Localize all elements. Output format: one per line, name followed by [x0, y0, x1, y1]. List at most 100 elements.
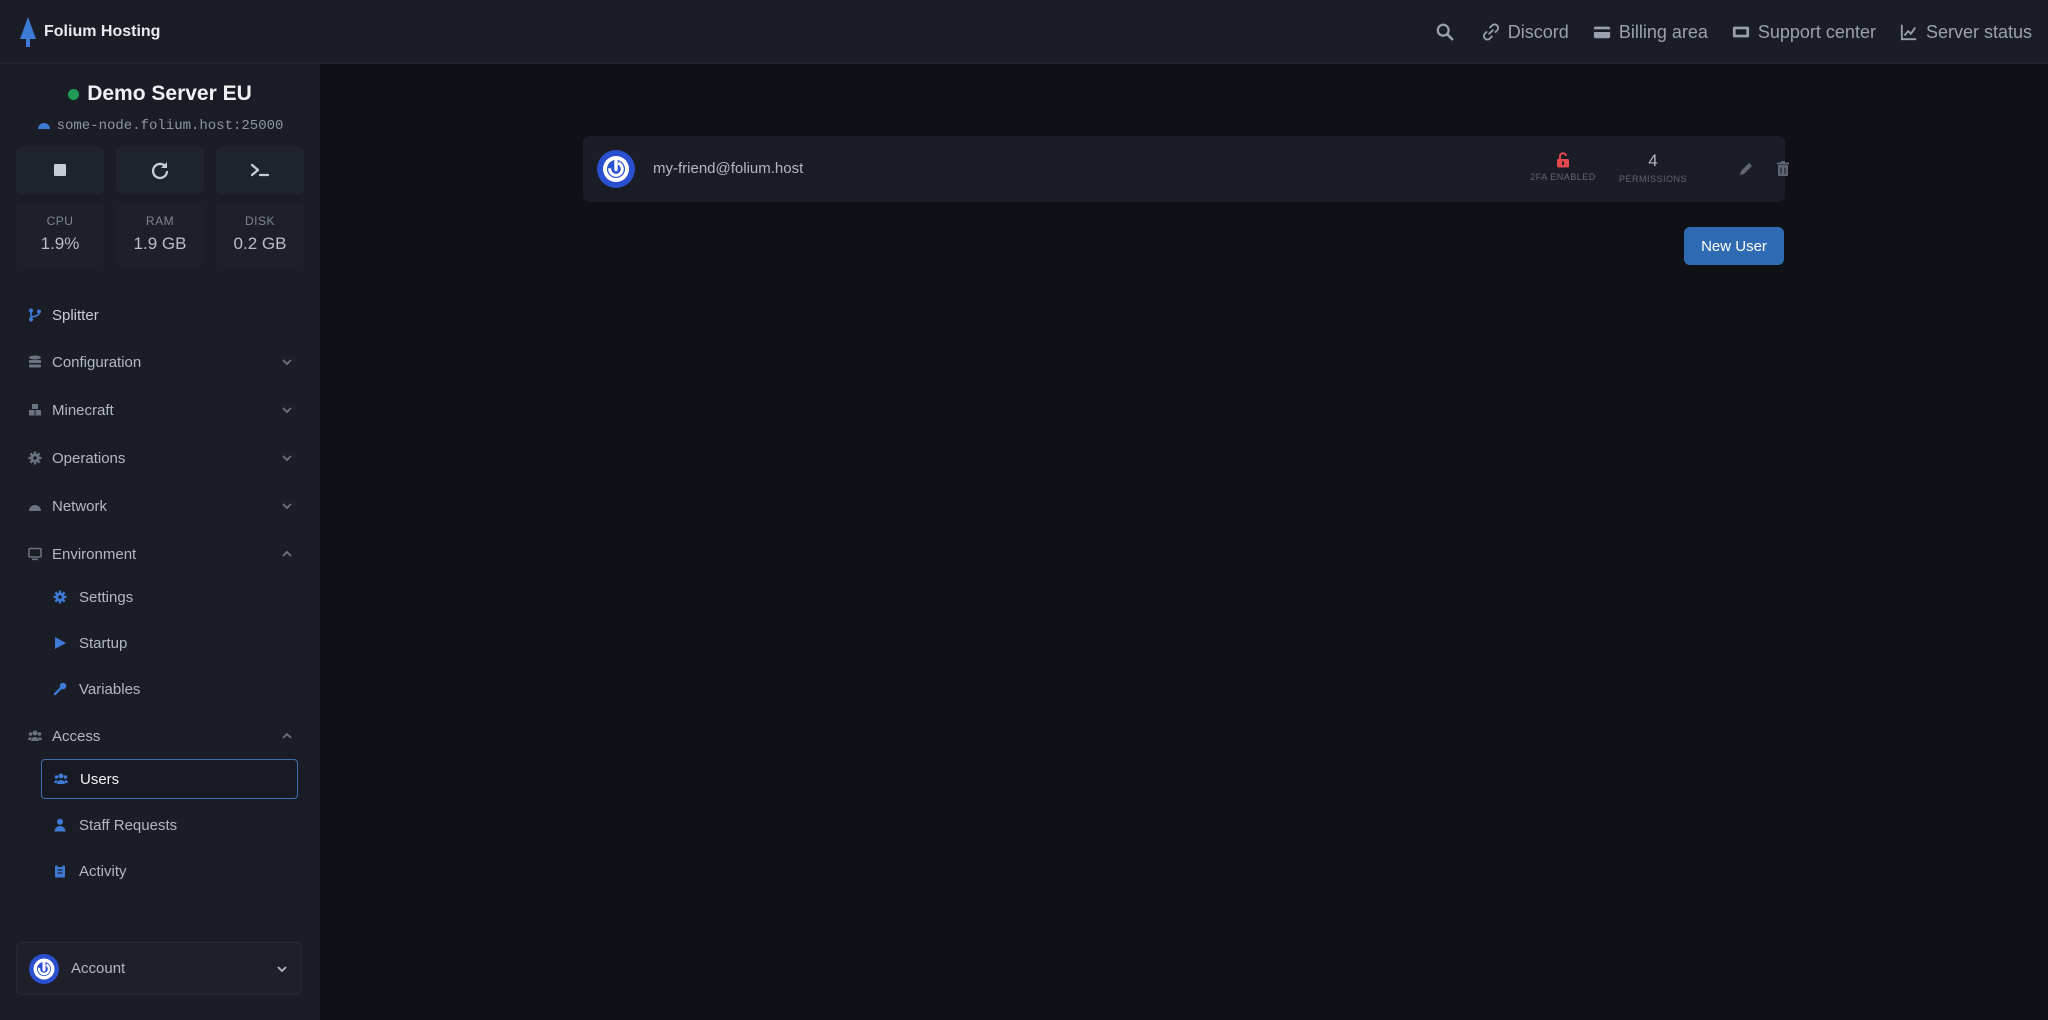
- sidebar-section-minecraft[interactable]: Minecraft: [16, 390, 304, 430]
- gear-icon: [28, 451, 42, 465]
- discord-link[interactable]: Discord: [1482, 22, 1569, 43]
- ram-value: 1.9 GB: [133, 234, 187, 253]
- sidebar-section-label: Operations: [52, 449, 126, 467]
- chevron-down-icon: [282, 455, 292, 462]
- chevron-down-icon: [282, 407, 292, 414]
- brand-name: Folium Hosting: [44, 23, 161, 40]
- terminal-icon: [250, 163, 270, 177]
- top-nav: Discord Billing area Support center Serv…: [1436, 0, 2032, 64]
- chevron-up-icon: [282, 732, 292, 739]
- support-center-label: Support center: [1757, 21, 1876, 42]
- brand-logo[interactable]: Folium Hosting: [18, 16, 160, 48]
- twofa-label: 2FA ENABLED: [1530, 172, 1596, 182]
- server-address: some-node.folium.host:25000: [0, 118, 320, 134]
- sidebar-section-environment[interactable]: Environment: [16, 534, 304, 574]
- user-tie-icon: [54, 818, 66, 832]
- sidebar-item-label: Users: [80, 770, 120, 788]
- unlock-icon: [1557, 152, 1569, 168]
- new-user-button[interactable]: New User: [1684, 227, 1784, 265]
- pencil-icon[interactable]: [1737, 160, 1755, 178]
- chevron-down-icon: [282, 359, 292, 366]
- sidebar-item-label: Settings: [79, 588, 134, 606]
- restart-icon: [151, 162, 169, 180]
- top-bar: Folium Hosting Discord Billing area Supp…: [0, 0, 2048, 64]
- server-address-text: some-node.folium.host:25000: [56, 118, 284, 134]
- trash-icon[interactable]: [1774, 160, 1792, 178]
- play-icon: [55, 637, 66, 649]
- sidebar-item-activity[interactable]: Activity: [41, 851, 297, 891]
- stop-button[interactable]: [16, 146, 104, 194]
- sidebar-item-label: Activity: [79, 862, 127, 880]
- permissions-number: 4: [1648, 151, 1658, 170]
- search-button[interactable]: [1436, 23, 1454, 41]
- disk-stat: DISK 0.2 GB: [216, 204, 304, 266]
- sidebar: Demo Server EU some-node.folium.host:250…: [0, 64, 320, 1020]
- network-icon: [29, 505, 41, 511]
- user-row[interactable]: my-friend@folium.host 2FA ENABLED 4 PERM…: [583, 136, 1789, 202]
- server-status-link[interactable]: Server status: [1900, 22, 2032, 43]
- users-icon: [54, 773, 68, 784]
- user-email: my-friend@folium.host: [653, 160, 804, 177]
- sidebar-item-startup[interactable]: Startup: [41, 623, 297, 663]
- clipboard-icon: [55, 864, 65, 878]
- chevron-down-icon: [282, 503, 292, 510]
- restart-button[interactable]: [116, 146, 204, 194]
- database-icon: [29, 355, 41, 368]
- server-status-label: Server status: [1925, 21, 2032, 42]
- disk-label: DISK: [244, 214, 275, 228]
- sidebar-section-access[interactable]: Access: [16, 716, 304, 756]
- sidebar-section-operations[interactable]: Operations: [16, 438, 304, 478]
- server-name: Demo Server EU: [87, 82, 252, 105]
- tree-logo-icon: [20, 17, 36, 47]
- users-icon: [28, 730, 42, 741]
- sidebar-item-variables[interactable]: Variables: [41, 669, 297, 709]
- discord-label: Discord: [1507, 21, 1569, 42]
- twofa-status: 2FA ENABLED: [1521, 152, 1605, 182]
- server-status-dot: [68, 88, 80, 100]
- link-icon: [1482, 23, 1499, 41]
- chevron-up-icon: [282, 550, 292, 557]
- disk-value: 0.2 GB: [233, 234, 287, 253]
- sidebar-item-settings[interactable]: Settings: [41, 577, 297, 617]
- sidebar-section-label: Minecraft: [52, 401, 114, 419]
- main-content: my-friend@folium.host 2FA ENABLED 4 PERM…: [320, 64, 2048, 1020]
- network-wired-icon: [37, 123, 50, 129]
- sidebar-item-label: Variables: [79, 680, 141, 698]
- support-center-link[interactable]: Support center: [1732, 22, 1876, 43]
- sidebar-item-splitter[interactable]: Splitter: [16, 295, 304, 335]
- ram-label: RAM: [145, 214, 175, 228]
- cubes-icon: [29, 404, 41, 416]
- server-name-wrap: Demo Server EU: [68, 82, 252, 106]
- sidebar-section-network[interactable]: Network: [16, 486, 304, 526]
- permissions-label: PERMISSIONS: [1618, 174, 1687, 184]
- search-icon: [1436, 23, 1454, 41]
- billing-area-link[interactable]: Billing area: [1593, 22, 1708, 43]
- sidebar-item-users[interactable]: Users: [41, 759, 298, 799]
- console-button[interactable]: [216, 146, 304, 194]
- account-menu[interactable]: Account: [16, 942, 302, 995]
- code-branch-icon: [29, 308, 41, 322]
- resource-stats: CPU 1.9% RAM 1.9 GB DISK 0.2 GB: [16, 204, 304, 266]
- cpu-value: 1.9%: [40, 234, 80, 253]
- sidebar-section-configuration[interactable]: Configuration: [16, 342, 304, 382]
- billing-area-label: Billing area: [1618, 21, 1708, 42]
- key-icon: [53, 682, 67, 696]
- ram-stat: RAM 1.9 GB: [116, 204, 204, 266]
- stop-icon: [54, 164, 66, 176]
- cpu-label: CPU: [46, 214, 74, 228]
- sidebar-section-label: Access: [52, 727, 101, 745]
- cpu-stat: CPU 1.9%: [16, 204, 104, 266]
- avatar: [29, 953, 59, 984]
- sidebar-section-label: Network: [52, 497, 108, 515]
- desktop-icon: [28, 547, 42, 561]
- sidebar-item-label: Staff Requests: [79, 816, 178, 834]
- credit-card-icon: [1593, 26, 1610, 39]
- sidebar-item-label: Startup: [79, 634, 128, 652]
- account-label: Account: [71, 960, 126, 977]
- chevron-down-icon: [277, 966, 287, 973]
- permissions-count: 4 PERMISSIONS: [1613, 151, 1693, 185]
- user-avatar: [597, 150, 635, 188]
- server-header: Demo Server EU: [0, 82, 320, 106]
- sidebar-section-label: Configuration: [52, 353, 142, 371]
- sidebar-item-staff-requests[interactable]: Staff Requests: [41, 805, 297, 845]
